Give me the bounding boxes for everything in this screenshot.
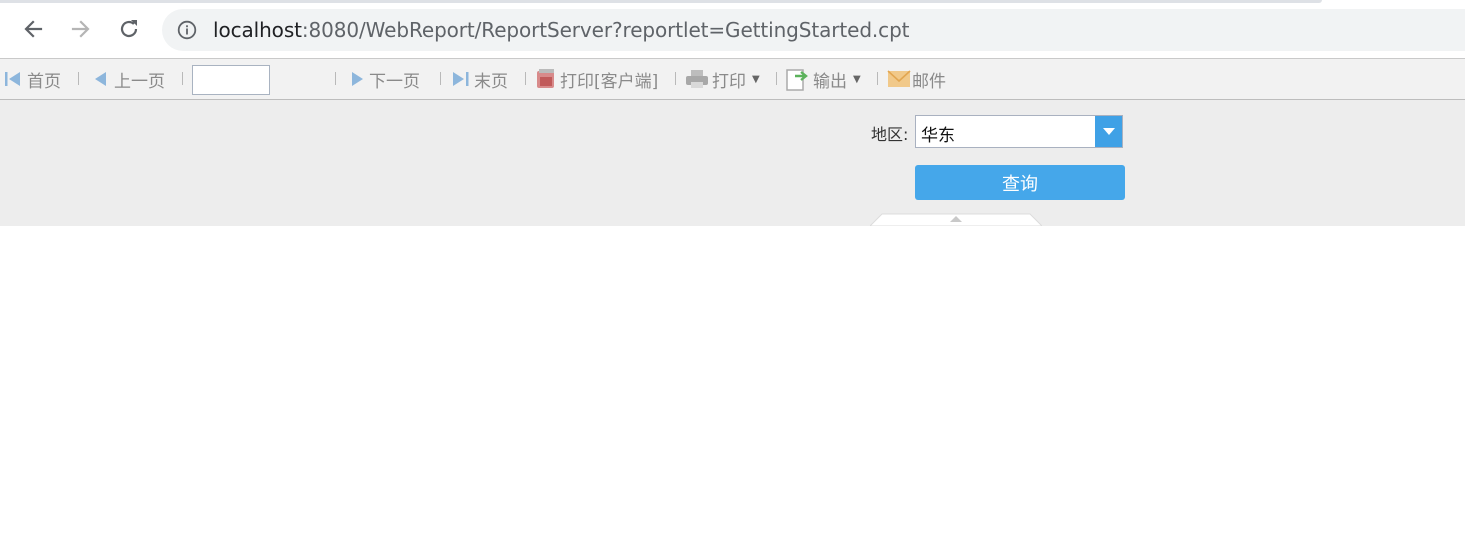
toolbar-divider	[877, 72, 878, 85]
collapse-panel-tab[interactable]	[870, 213, 1042, 226]
region-combo-box[interactable]: 华东	[915, 115, 1123, 148]
report-toolbar: 首页 上一页 下一页 末页 打印[客户端] 打印 ▼ 输出 ▼ 邮件	[0, 58, 1465, 100]
back-button[interactable]	[16, 12, 50, 46]
email-button[interactable]: 邮件	[887, 67, 946, 92]
page-number-input[interactable]	[192, 65, 270, 95]
toolbar-divider	[182, 72, 183, 85]
flash-print-icon	[535, 68, 557, 90]
region-combo-value: 华东	[921, 126, 955, 146]
forward-button[interactable]	[64, 12, 98, 46]
reload-icon	[120, 20, 138, 38]
first-page-icon	[4, 70, 24, 88]
region-label: 地区:	[871, 125, 909, 144]
url-path: :8080/WebReport/ReportServer?reportlet=G…	[301, 18, 910, 42]
combo-dropdown-trigger[interactable]	[1095, 116, 1122, 147]
email-label: 邮件	[912, 71, 946, 92]
last-page-button[interactable]: 末页	[451, 67, 508, 92]
print-button[interactable]: 打印 ▼	[685, 67, 760, 92]
chevron-down-icon	[1102, 127, 1115, 135]
export-label: 输出	[813, 71, 847, 92]
first-page-label: 首页	[27, 71, 61, 92]
url-text[interactable]: localhost:8080/WebReport/ReportServer?re…	[213, 18, 910, 42]
toolbar-divider	[776, 72, 777, 85]
info-icon[interactable]	[177, 20, 197, 44]
print-label: 打印	[712, 71, 746, 92]
address-bar[interactable]: localhost:8080/WebReport/ReportServer?re…	[162, 9, 1465, 51]
next-page-icon	[348, 70, 366, 88]
last-page-icon	[451, 70, 471, 88]
prev-page-label: 上一页	[114, 71, 165, 92]
toolbar-divider	[525, 72, 526, 85]
url-host: localhost	[213, 18, 302, 42]
arrow-right-icon	[71, 20, 90, 38]
last-page-label: 末页	[474, 71, 508, 92]
browser-toolbar: localhost:8080/WebReport/ReportServer?re…	[0, 0, 1465, 58]
export-button[interactable]: 输出 ▼	[786, 67, 861, 92]
prev-page-button[interactable]: 上一页	[93, 67, 165, 92]
printer-icon	[685, 68, 709, 90]
toolbar-divider	[78, 72, 79, 85]
reload-button[interactable]	[112, 12, 146, 46]
envelope-icon	[887, 69, 911, 89]
print-client-label: 打印[客户端]	[560, 71, 659, 92]
arrow-left-icon	[24, 20, 43, 38]
next-page-button[interactable]: 下一页	[348, 67, 420, 92]
parameter-panel: 地区: 华东 查询	[0, 100, 1465, 226]
caret-down-icon: ▼	[853, 73, 861, 85]
toolbar-divider	[440, 72, 441, 85]
prev-page-icon	[93, 70, 111, 88]
print-client-button[interactable]: 打印[客户端]	[535, 67, 659, 92]
next-page-label: 下一页	[369, 71, 420, 92]
caret-down-icon: ▼	[752, 73, 760, 85]
query-button[interactable]: 查询	[915, 165, 1125, 200]
toolbar-divider	[335, 72, 336, 85]
tab-strip-edge	[0, 0, 1322, 3]
export-icon	[786, 67, 810, 91]
toolbar-divider	[675, 72, 676, 85]
first-page-button[interactable]: 首页	[4, 67, 61, 92]
